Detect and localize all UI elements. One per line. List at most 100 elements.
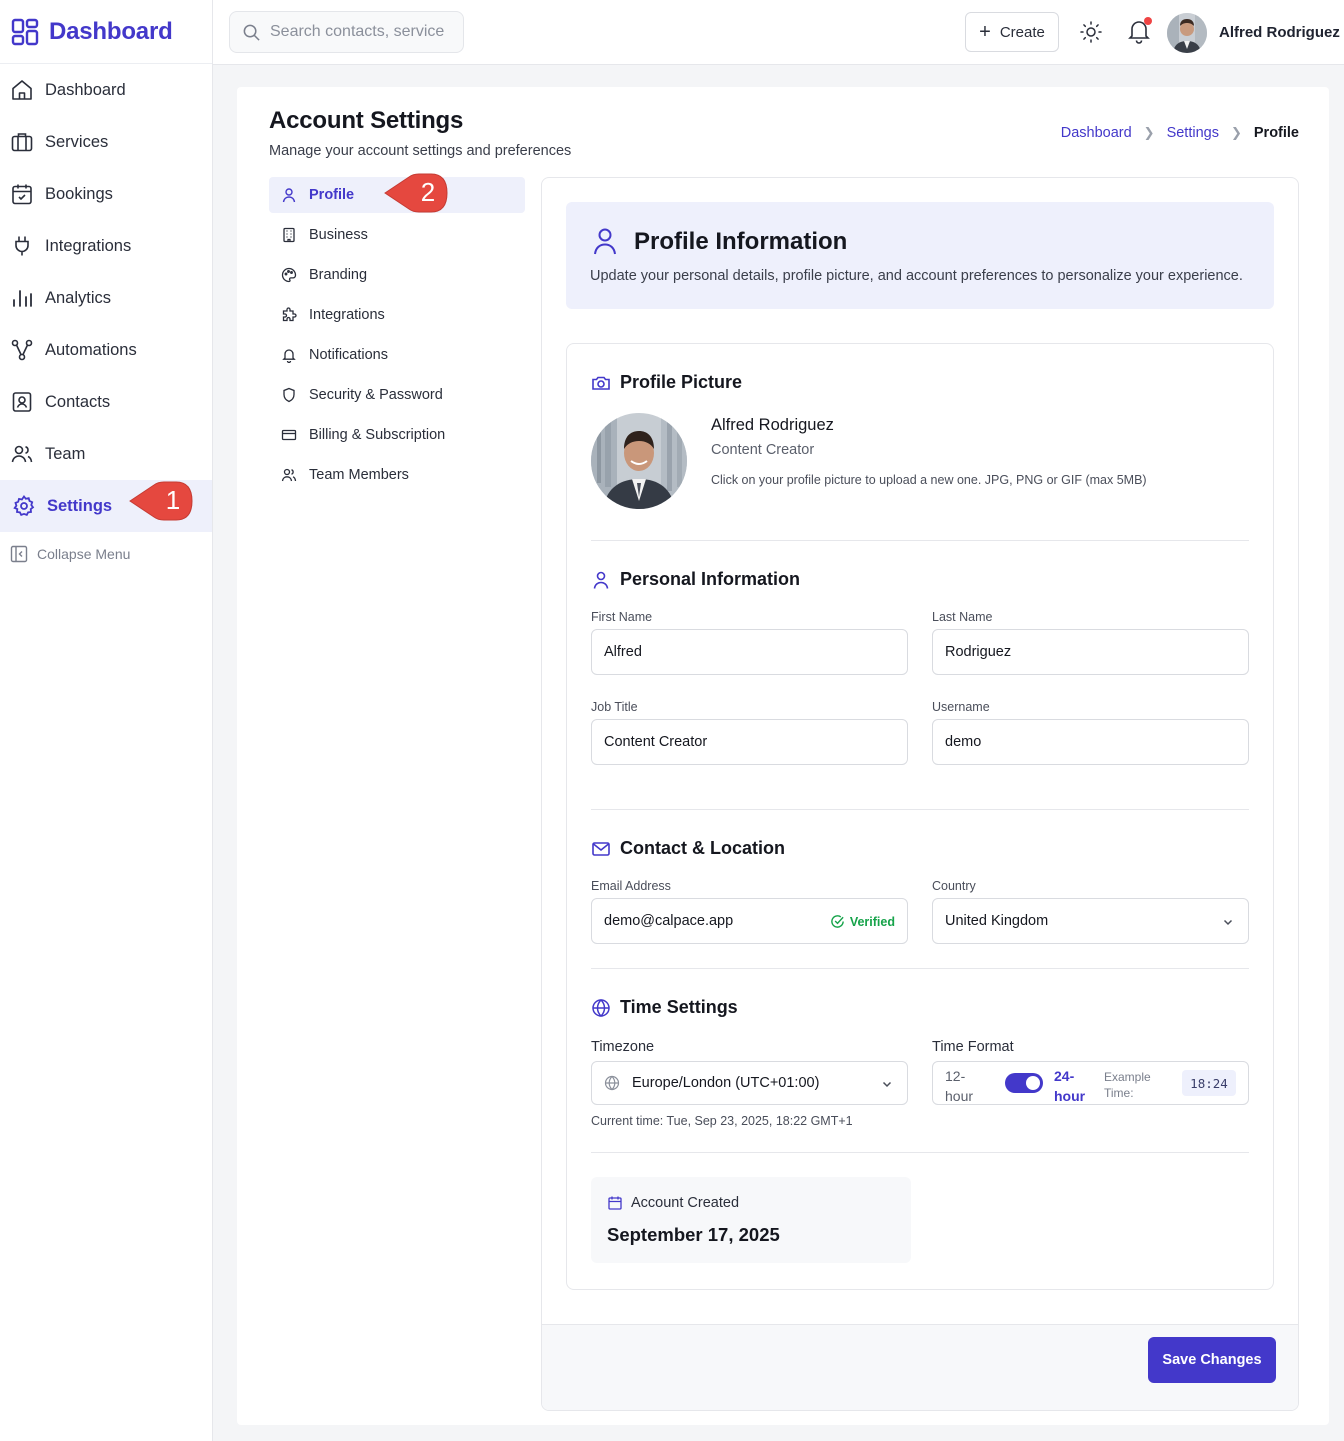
email-label: Email Address (591, 879, 671, 893)
section-title: Time Settings (620, 997, 738, 1017)
search-box[interactable] (229, 11, 464, 53)
example-time-value: 18:24 (1182, 1070, 1236, 1096)
users-icon (11, 445, 33, 463)
notification-dot (1144, 17, 1152, 25)
timezone-value: Europe/London (UTC+01:00) (632, 1075, 820, 1091)
profile-name: Alfred Rodriguez (711, 416, 834, 434)
sidebar-item-label: Automations (45, 340, 137, 359)
chevron-down-icon (882, 1081, 892, 1088)
profile-role: Content Creator (711, 442, 815, 458)
settings-nav: Profile Business Branding Integrations N… (269, 177, 525, 497)
section-title: Profile Picture (620, 372, 743, 392)
credit-card-icon (281, 429, 297, 441)
settings-nav-team-members[interactable]: Team Members (269, 457, 525, 493)
collapse-menu-label: Collapse Menu (37, 546, 131, 562)
theme-toggle-button[interactable] (1079, 20, 1103, 44)
sidebar-item-label: Contacts (45, 392, 111, 411)
sidebar-item-dashboard[interactable]: Dashboard (0, 64, 212, 116)
breadcrumb: Dashboard ❯ Settings ❯ Profile (1061, 125, 1299, 141)
search-input[interactable] (270, 23, 450, 41)
camera-icon (592, 376, 610, 390)
sidebar-nav: Dashboard Services Bookings Integrations… (0, 64, 212, 532)
profile-panel: Profile Information Update your personal… (541, 177, 1299, 1411)
sidebar-item-services[interactable]: Services (0, 116, 212, 168)
username-label: Username (932, 700, 990, 714)
workflow-icon (11, 339, 33, 361)
app-name: Dashboard (49, 17, 173, 45)
settings-nav-notifications[interactable]: Notifications (269, 337, 525, 373)
country-label: Country (932, 879, 976, 893)
shield-icon (283, 387, 295, 403)
globe-icon (592, 998, 610, 1017)
last-name-label: Last Name (932, 610, 993, 624)
account-created-heading: Account Created (607, 1195, 739, 1211)
profile-photo[interactable] (591, 413, 687, 509)
step-callout-1: 1 (128, 479, 196, 523)
breadcrumb-settings[interactable]: Settings (1167, 125, 1219, 141)
chevron-right-icon: ❯ (1143, 125, 1155, 140)
profile-picture-heading: Profile Picture (591, 372, 742, 393)
sidebar-item-integrations[interactable]: Integrations (0, 220, 212, 272)
format-12-label[interactable]: 12-hour (945, 1066, 985, 1106)
timezone-select[interactable]: Europe/London (UTC+01:00) (591, 1061, 908, 1105)
user-avatar[interactable] (1167, 13, 1207, 53)
globe-icon (604, 1075, 620, 1091)
time-format-toggle[interactable] (1005, 1073, 1043, 1093)
gear-icon (13, 494, 35, 517)
settings-nav-label: Integrations (309, 307, 385, 323)
user-name[interactable]: Alfred Rodriguez (1219, 24, 1340, 41)
sidebar-item-contacts[interactable]: Contacts (0, 376, 212, 428)
puzzle-icon (282, 307, 297, 322)
sidebar-item-bookings[interactable]: Bookings (0, 168, 212, 220)
settings-nav-business[interactable]: Business (269, 217, 525, 253)
sidebar-item-analytics[interactable]: Analytics (0, 272, 212, 324)
settings-nav-billing[interactable]: Billing & Subscription (269, 417, 525, 453)
app-logo[interactable]: Dashboard (0, 0, 212, 64)
callout-number: 1 (165, 485, 181, 515)
notifications-button[interactable] (1125, 17, 1153, 45)
callout-number: 2 (420, 177, 436, 207)
settings-nav-branding[interactable]: Branding (269, 257, 525, 293)
sidebar-item-label: Dashboard (45, 80, 126, 99)
calendar-icon (608, 1196, 622, 1210)
profile-form: Profile Picture Alfred Rodriguez Content… (566, 343, 1274, 1290)
plus-icon: + (979, 21, 991, 43)
collapse-menu-button[interactable]: Collapse Menu (0, 532, 212, 576)
profile-info-banner: Profile Information Update your personal… (566, 202, 1274, 309)
page-title: Account Settings (269, 107, 464, 134)
section-divider (591, 1152, 1249, 1153)
plug-icon (15, 236, 29, 256)
sidebar-item-label: Analytics (45, 288, 112, 307)
building-icon (283, 227, 295, 243)
step-callout-2: 2 (383, 171, 451, 215)
sidebar-item-team[interactable]: Team (0, 428, 212, 480)
breadcrumb-current: Profile (1253, 125, 1299, 141)
users-icon (281, 468, 297, 482)
email-field[interactable]: demo@calpace.app Verified (591, 898, 908, 944)
avatar-portrait (1167, 13, 1207, 53)
username-input[interactable]: demo (932, 719, 1249, 765)
settings-nav-label: Billing & Subscription (309, 427, 446, 443)
section-divider (591, 809, 1249, 810)
settings-nav-security[interactable]: Security & Password (269, 377, 525, 413)
last-name-input[interactable]: Rodriguez (932, 629, 1249, 675)
chevron-down-icon (1223, 919, 1233, 926)
bar-chart-icon (13, 290, 32, 307)
settings-nav-integrations[interactable]: Integrations (269, 297, 525, 333)
create-button[interactable]: + Create (965, 12, 1059, 52)
save-changes-button[interactable]: Save Changes (1148, 1337, 1276, 1383)
country-select[interactable]: United Kingdom (932, 898, 1249, 944)
profile-photo-image (591, 413, 687, 509)
first-name-label: First Name (591, 610, 653, 624)
user-icon (593, 571, 609, 589)
calendar-icon (12, 184, 32, 205)
sidebar-item-automations[interactable]: Automations (0, 324, 212, 376)
top-bar: + Create Alfred Rodriguez (213, 0, 1344, 65)
job-title-input[interactable]: Content Creator (591, 719, 908, 765)
time-format-label: Time Format (932, 1039, 1014, 1055)
current-time: Current time: Tue, Sep 23, 2025, 18:22 G… (591, 1114, 853, 1128)
settings-nav-label: Security & Password (309, 387, 443, 403)
format-24-label[interactable]: 24-hour (1054, 1066, 1094, 1106)
breadcrumb-dashboard[interactable]: Dashboard (1061, 125, 1132, 141)
first-name-input[interactable]: Alfred (591, 629, 908, 675)
